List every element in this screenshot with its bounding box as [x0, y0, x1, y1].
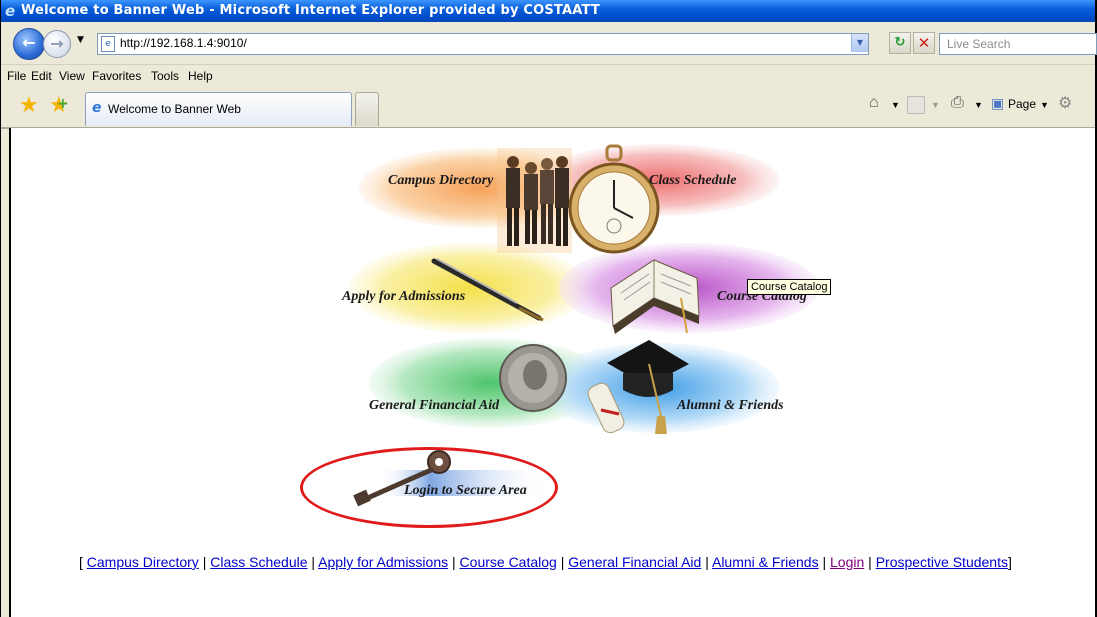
- page-icon: e: [101, 36, 115, 52]
- home-icon[interactable]: ⌂: [869, 94, 879, 112]
- link-separator: |: [448, 554, 460, 570]
- footer-link-campus-directory[interactable]: Campus Directory: [87, 554, 199, 570]
- page-menu-icon[interactable]: ▣: [991, 95, 1004, 112]
- ie-page-icon: e: [92, 100, 102, 116]
- link-separator: |: [556, 554, 569, 570]
- alumni-friends-link[interactable]: Alumni & Friends: [677, 398, 784, 414]
- footer-links: [ Campus Directory | Class Schedule | Ap…: [79, 554, 1012, 570]
- bracket-open: [: [79, 554, 87, 570]
- new-tab-button[interactable]: [355, 92, 379, 126]
- menu-favorites[interactable]: Favorites: [92, 69, 141, 83]
- highlight-oval: [300, 447, 558, 528]
- history-dropdown-icon[interactable]: ▼: [77, 35, 84, 45]
- tab-bar: ★ ★ + e Welcome to Banner Web ⌂ ▼ ▼ ⎙ ▼ ▣…: [1, 87, 1095, 129]
- add-favorites-icon[interactable]: ★ +: [49, 95, 69, 117]
- menu-tools[interactable]: Tools: [151, 69, 179, 83]
- footer-link-class-schedule[interactable]: Class Schedule: [210, 554, 307, 570]
- address-toolbar: ← → ▼ e http://192.168.1.4:9010/ ▼ ↻ ✕ L…: [1, 22, 1097, 64]
- footer-link-alumni-friends[interactable]: Alumni & Friends: [712, 554, 819, 570]
- back-button[interactable]: ←: [13, 28, 45, 60]
- yellow-swathe: [349, 243, 589, 333]
- tools-gear-icon[interactable]: ⚙: [1058, 93, 1072, 113]
- page-content: Campus Directory Class Schedule Apply fo…: [9, 128, 1095, 617]
- ie-logo-icon: e: [5, 2, 16, 20]
- forward-button[interactable]: →: [43, 30, 71, 58]
- people-image: [497, 148, 572, 253]
- browser-window: e Welcome to Banner Web - Microsoft Inte…: [1, 0, 1097, 617]
- feeds-dropdown-icon[interactable]: ▼: [931, 100, 940, 110]
- favorites-center-icon[interactable]: ★: [19, 95, 39, 117]
- coin-image: [499, 344, 567, 412]
- home-dropdown-icon[interactable]: ▼: [891, 100, 900, 110]
- bracket-close: ]: [1007, 554, 1012, 570]
- tooltip: Course Catalog: [747, 279, 832, 295]
- footer-link-prospective-students[interactable]: Prospective Students: [876, 554, 1008, 570]
- link-separator: |: [307, 554, 319, 570]
- window-title: Welcome to Banner Web - Microsoft Intern…: [21, 3, 600, 18]
- feeds-icon[interactable]: [907, 96, 925, 114]
- title-bar[interactable]: e Welcome to Banner Web - Microsoft Inte…: [1, 0, 1095, 22]
- footer-link-login[interactable]: Login: [830, 554, 864, 570]
- class-schedule-link[interactable]: Class Schedule: [649, 173, 737, 189]
- link-separator: |: [864, 554, 876, 570]
- link-separator: |: [818, 554, 830, 570]
- url-text[interactable]: http://192.168.1.4:9010/: [120, 36, 247, 50]
- link-separator: |: [701, 554, 712, 570]
- menu-edit[interactable]: Edit: [31, 69, 52, 83]
- general-financial-aid-link[interactable]: General Financial Aid: [369, 398, 499, 414]
- back-arrow-icon: ←: [22, 33, 36, 52]
- footer-link-course-catalog[interactable]: Course Catalog: [460, 554, 557, 570]
- menu-bar: File Edit View Favorites Tools Help: [1, 64, 1095, 88]
- link-separator: |: [198, 554, 211, 570]
- tab-welcome[interactable]: e Welcome to Banner Web: [85, 92, 352, 126]
- search-input[interactable]: Live Search: [939, 33, 1097, 55]
- menu-file[interactable]: File: [7, 69, 26, 83]
- footer-link-general-financial-aid[interactable]: General Financial Aid: [568, 554, 701, 570]
- refresh-button[interactable]: ↻: [889, 32, 911, 54]
- forward-arrow-icon: →: [50, 34, 64, 53]
- campus-directory-link[interactable]: Campus Directory: [388, 173, 493, 189]
- page-dropdown-icon[interactable]: ▼: [1040, 100, 1049, 110]
- footer-link-apply-admissions[interactable]: Apply for Admissions: [318, 554, 448, 570]
- menu-view[interactable]: View: [59, 69, 85, 83]
- address-bar[interactable]: e http://192.168.1.4:9010/ ▼: [97, 33, 869, 55]
- print-icon[interactable]: ⎙: [951, 94, 964, 112]
- apply-admissions-link[interactable]: Apply for Admissions: [342, 289, 465, 305]
- stop-button[interactable]: ✕: [913, 32, 935, 54]
- search-placeholder: Live Search: [947, 37, 1011, 51]
- page-menu-label[interactable]: Page: [1008, 97, 1036, 111]
- address-dropdown-icon[interactable]: ▼: [851, 34, 868, 52]
- tab-label: Welcome to Banner Web: [108, 102, 241, 116]
- menu-help[interactable]: Help: [188, 69, 213, 83]
- banner-graphic: [349, 144, 819, 507]
- print-dropdown-icon[interactable]: ▼: [974, 100, 983, 110]
